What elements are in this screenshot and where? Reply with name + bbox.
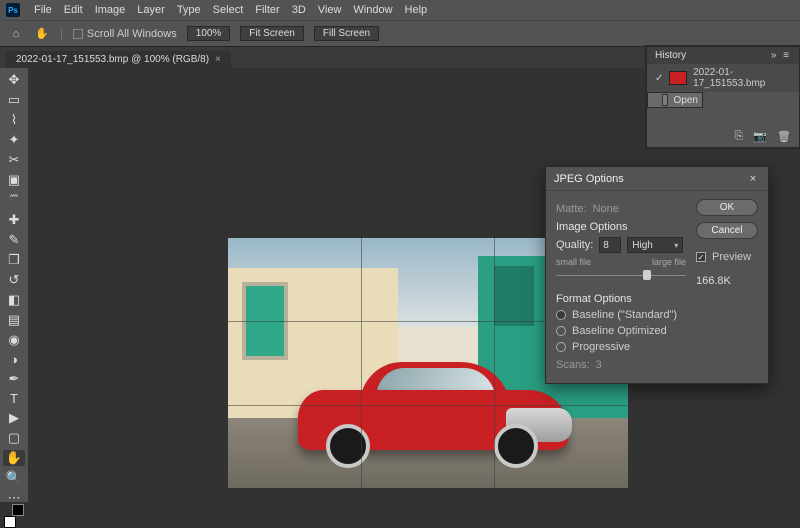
scans-label: Scans: <box>556 359 590 371</box>
brush-tool-icon[interactable]: ✎ <box>3 232 25 248</box>
history-brush-tool-icon[interactable]: ↺ <box>3 272 25 288</box>
history-thumbnail <box>669 71 687 85</box>
delete-state-icon[interactable]: 🗑 <box>777 130 791 143</box>
history-panel: History » ≡ ✓ 2022-01-17_151553.bmp Open… <box>646 46 800 148</box>
preview-checkbox[interactable]: ✓ Preview <box>696 251 758 263</box>
menu-image[interactable]: Image <box>89 2 132 18</box>
options-bar: ⌂ ✋ | Scroll All Windows 100% Fit Screen… <box>0 20 800 46</box>
chevron-down-icon: ▾ <box>674 241 678 250</box>
history-source-row[interactable]: ✓ 2022-01-17_151553.bmp <box>647 64 799 92</box>
matte-label: Matte: <box>556 203 587 215</box>
format-progressive-radio[interactable]: Progressive <box>556 341 686 353</box>
menu-layer[interactable]: Layer <box>131 2 171 18</box>
background-color-swatch[interactable] <box>12 504 24 516</box>
document-tab-title: 2022-01-17_151553.bmp @ 100% (RGB/8) <box>16 54 209 65</box>
zoom-level-input[interactable]: 100% <box>187 26 231 41</box>
fill-screen-button[interactable]: Fill Screen <box>314 26 379 41</box>
quality-label: Quality: <box>556 239 593 251</box>
quality-preset-dropdown[interactable]: High ▾ <box>627 237 683 253</box>
dialog-title: JPEG Options <box>554 173 624 185</box>
frame-tool-icon[interactable]: ▣ <box>3 172 25 188</box>
healing-brush-tool-icon[interactable]: ✚ <box>3 212 25 228</box>
menu-type[interactable]: Type <box>171 2 207 18</box>
slider-thumb[interactable] <box>643 270 651 280</box>
history-step-label: Open <box>674 95 698 106</box>
history-brush-source-icon[interactable]: ✓ <box>655 73 663 84</box>
hand-tool-icon[interactable]: ✋ <box>3 450 25 466</box>
radio-icon <box>556 310 566 320</box>
app-logo: Ps <box>6 3 20 17</box>
close-tab-icon[interactable]: × <box>215 54 221 65</box>
menu-window[interactable]: Window <box>347 2 398 18</box>
history-panel-title: History <box>655 50 686 61</box>
menu-3d[interactable]: 3D <box>286 2 312 18</box>
marquee-tool-icon[interactable]: ▭ <box>3 92 25 108</box>
tools-panel: ✥ ▭ ⌇ ✦ ✂ ▣ ⁗ ✚ ✎ ❐ ↺ ◧ ▤ ◉ ◑ ✒ T ▶ ▢ ✋ … <box>0 68 28 502</box>
panel-menu-icon[interactable]: ≡ <box>783 50 791 61</box>
history-step-icon <box>662 94 667 106</box>
matte-dropdown: None <box>593 203 619 215</box>
type-tool-icon[interactable]: T <box>3 391 25 406</box>
clone-stamp-tool-icon[interactable]: ❐ <box>3 252 25 268</box>
menu-bar: Ps FileEditImageLayerTypeSelectFilter3DV… <box>0 0 800 20</box>
shape-tool-icon[interactable]: ▢ <box>3 430 25 446</box>
lasso-tool-icon[interactable]: ⌇ <box>3 112 25 128</box>
menu-file[interactable]: File <box>28 2 58 18</box>
scroll-all-checkbox[interactable]: Scroll All Windows <box>73 28 177 40</box>
panel-collapse-icon[interactable]: » <box>771 50 779 61</box>
home-icon[interactable]: ⌂ <box>8 26 24 42</box>
quality-input[interactable]: 8 <box>599 237 621 253</box>
eyedropper-tool-icon[interactable]: ⁗ <box>3 192 25 208</box>
quick-select-tool-icon[interactable]: ✦ <box>3 132 25 148</box>
menu-select[interactable]: Select <box>207 2 250 18</box>
blur-tool-icon[interactable]: ◉ <box>3 332 25 348</box>
format-baseline-radio[interactable]: Baseline ("Standard") <box>556 309 686 321</box>
large-file-label: large file <box>652 257 686 267</box>
ok-button[interactable]: OK <box>696 199 758 216</box>
close-icon[interactable]: × <box>746 172 760 186</box>
new-document-from-state-icon[interactable]: ⎘ <box>735 130 744 143</box>
zoom-tool-icon[interactable]: 🔍 <box>3 470 25 486</box>
small-file-label: small file <box>556 257 591 267</box>
image-options-heading: Image Options <box>556 221 686 233</box>
dodge-tool-icon[interactable]: ◑ <box>3 352 25 367</box>
pen-tool-icon[interactable]: ✒ <box>3 371 25 387</box>
quality-slider[interactable] <box>556 269 686 283</box>
filesize-readout: 166.8K <box>696 275 758 287</box>
new-snapshot-icon[interactable]: 📷 <box>753 130 767 143</box>
format-options-heading: Format Options <box>556 293 686 305</box>
menu-view[interactable]: View <box>312 2 348 18</box>
path-select-tool-icon[interactable]: ▶ <box>3 410 25 426</box>
history-step-row[interactable]: Open <box>647 92 703 108</box>
eraser-tool-icon[interactable]: ◧ <box>3 292 25 308</box>
cancel-button[interactable]: Cancel <box>696 222 758 239</box>
menu-help[interactable]: Help <box>399 2 434 18</box>
history-source-name: 2022-01-17_151553.bmp <box>693 67 791 89</box>
checkbox-icon: ✓ <box>696 252 706 262</box>
gradient-tool-icon[interactable]: ▤ <box>3 312 25 328</box>
scans-dropdown: 3 <box>596 359 602 371</box>
radio-icon <box>556 342 566 352</box>
jpeg-options-dialog: JPEG Options × Matte: None Image Options… <box>545 166 769 384</box>
radio-icon <box>556 326 566 336</box>
move-tool-icon[interactable]: ✥ <box>3 72 25 88</box>
fit-screen-button[interactable]: Fit Screen <box>240 26 304 41</box>
crop-tool-icon[interactable]: ✂ <box>3 152 25 168</box>
foreground-color-swatch[interactable] <box>4 516 16 528</box>
menu-edit[interactable]: Edit <box>58 2 89 18</box>
hand-tool-icon[interactable]: ✋ <box>34 26 50 42</box>
menu-filter[interactable]: Filter <box>249 2 285 18</box>
format-optimized-radio[interactable]: Baseline Optimized <box>556 325 686 337</box>
document-tab[interactable]: 2022-01-17_151553.bmp @ 100% (RGB/8) × <box>6 51 231 68</box>
